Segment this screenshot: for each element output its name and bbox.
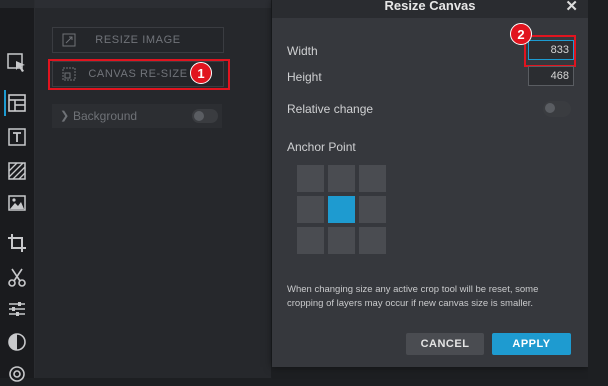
sliders-icon [9, 302, 25, 316]
dialog-header: Resize Canvas ✕ [272, 0, 588, 18]
resize-icon [62, 33, 76, 47]
contrast-icon [8, 333, 26, 351]
rail-top-strip [0, 0, 34, 8]
close-icon[interactable]: ✕ [565, 0, 578, 15]
dialog-title: Resize Canvas [384, 0, 476, 13]
contrast-tool[interactable] [4, 329, 30, 355]
background-row[interactable]: ❯ Background [52, 104, 222, 128]
spiral-tool[interactable] [4, 360, 30, 386]
spiral-icon [9, 366, 25, 382]
resize-image-button[interactable]: RESIZE IMAGE [52, 27, 224, 53]
cursor-icon [7, 53, 25, 72]
cancel-button[interactable]: CANCEL [406, 333, 484, 355]
panel-top-strip [35, 0, 271, 8]
annotation-badge-2: 2 [510, 23, 532, 45]
anchor-middle-left[interactable] [297, 196, 324, 223]
layout-tool[interactable] [4, 90, 30, 116]
anchor-bottom-center[interactable] [328, 227, 355, 254]
resize-canvas-dialog: Resize Canvas ✕ Width 833 2 Height 468 R… [272, 0, 588, 367]
chevron-right-icon: ❯ [60, 110, 70, 122]
anchor-middle-right[interactable] [359, 196, 386, 223]
anchor-point-label: Anchor Point [287, 140, 356, 154]
crop-icon [8, 234, 26, 252]
crop-tool[interactable] [4, 230, 30, 256]
pattern-tool[interactable] [4, 158, 30, 184]
right-edge-background [588, 0, 608, 378]
background-toggle[interactable] [192, 109, 218, 123]
text-icon [8, 128, 26, 146]
anchor-top-left[interactable] [297, 165, 324, 192]
height-input[interactable]: 468 [528, 66, 574, 86]
height-label: Height [287, 70, 322, 84]
canvas-panel: RESIZE IMAGE CANVAS RE-SIZE 1 ❯ Backgrou… [35, 0, 271, 378]
width-label: Width [287, 44, 318, 58]
tool-rail [0, 0, 35, 382]
text-tool[interactable] [4, 124, 30, 150]
anchor-top-center[interactable] [328, 165, 355, 192]
resize-image-label: RESIZE IMAGE [95, 34, 181, 46]
annotation-badge-1: 1 [190, 62, 212, 84]
relative-change-toggle[interactable] [543, 101, 571, 117]
select-tool[interactable] [4, 50, 30, 76]
image-tool[interactable] [4, 190, 30, 216]
anchor-top-right[interactable] [359, 165, 386, 192]
resize-note: When changing size any active crop tool … [287, 284, 539, 309]
scissors-icon [8, 268, 26, 287]
anchor-center[interactable] [328, 196, 355, 223]
anchor-bottom-right[interactable] [359, 227, 386, 254]
pattern-icon [8, 162, 26, 180]
annotation-highlight-2 [524, 35, 576, 67]
cut-tool[interactable] [4, 264, 30, 290]
apply-button[interactable]: APPLY [492, 333, 571, 355]
adjust-tool[interactable] [4, 296, 30, 322]
relative-change-label: Relative change [287, 102, 374, 116]
layout-icon [8, 94, 26, 112]
image-icon [8, 195, 26, 211]
background-label: Background [73, 109, 138, 123]
anchor-bottom-left[interactable] [297, 227, 324, 254]
